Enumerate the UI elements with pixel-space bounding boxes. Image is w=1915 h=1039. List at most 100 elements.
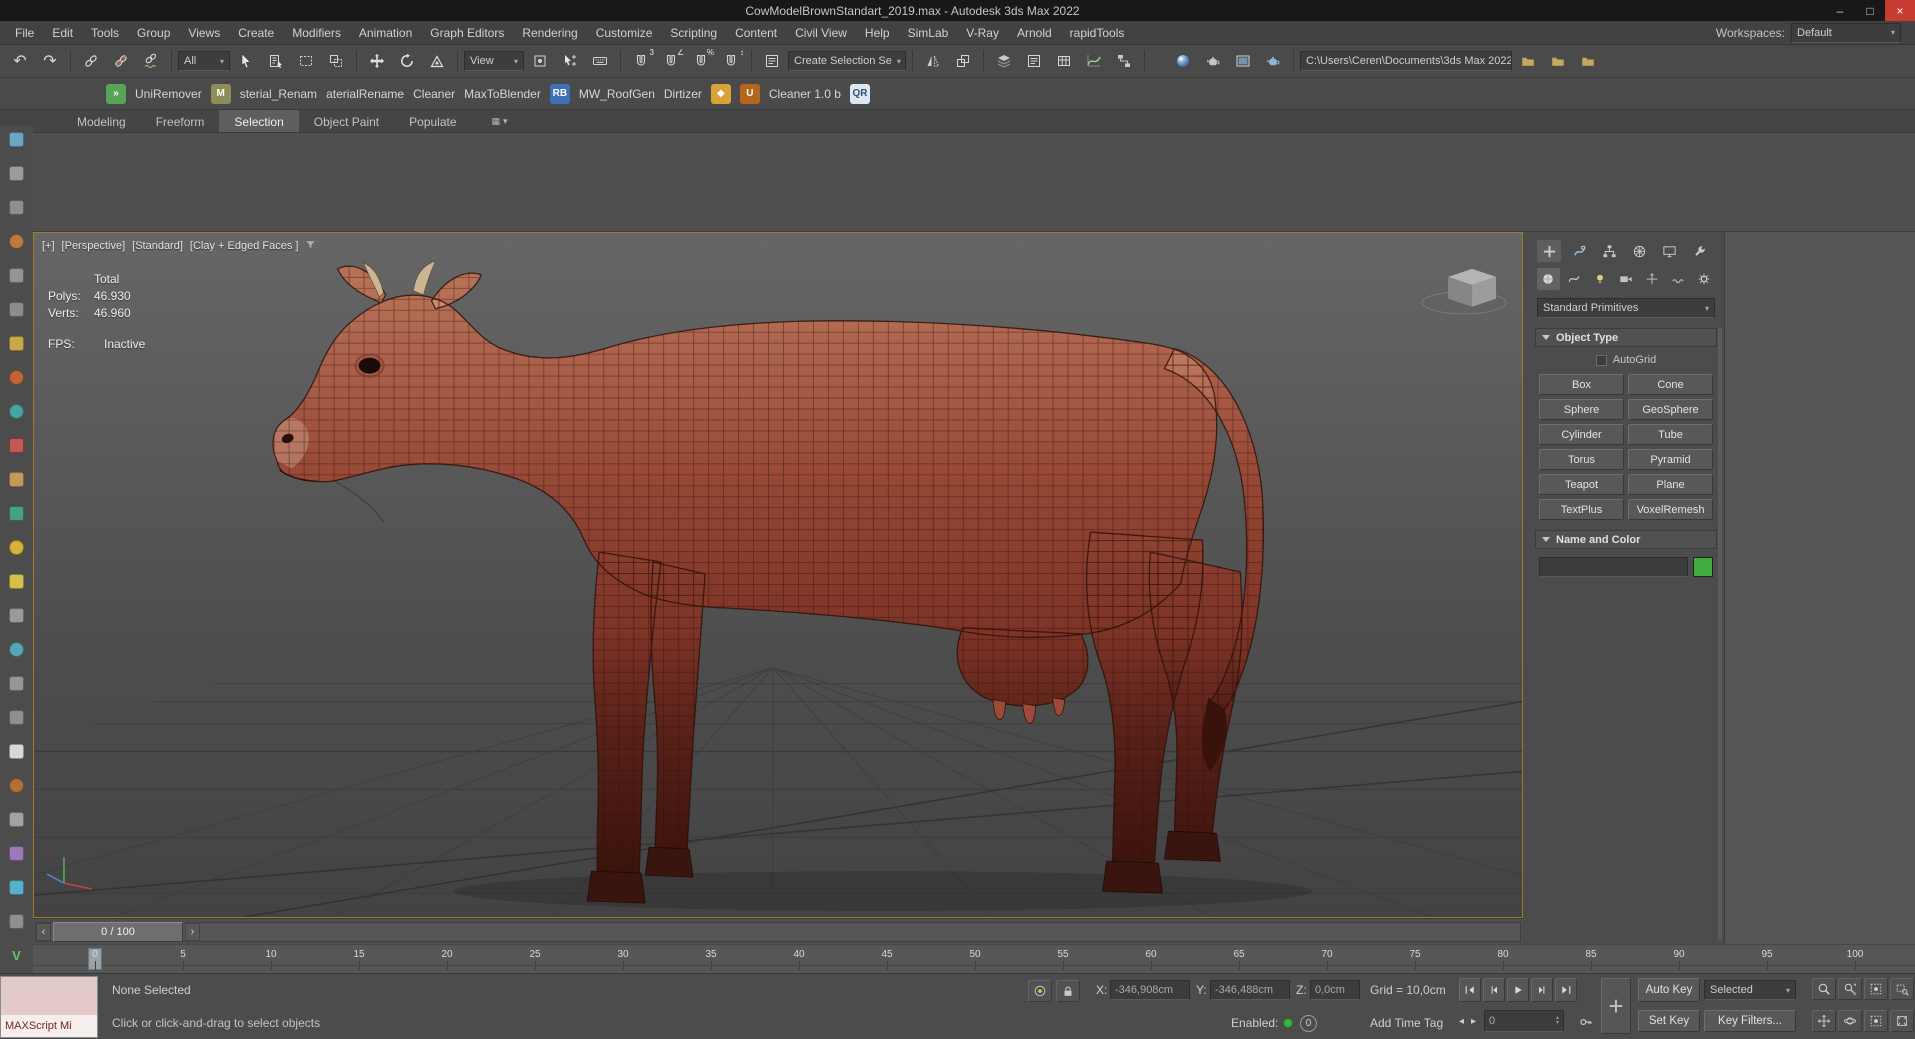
ribbon-tab-selection[interactable]: Selection <box>219 110 299 132</box>
menu-tools[interactable]: Tools <box>82 21 128 44</box>
maximize-viewport-icon[interactable] <box>1890 1010 1914 1032</box>
left-toolbar-icon-21[interactable] <box>9 812 24 827</box>
yellow-tool-icon[interactable]: ◆ <box>710 83 731 104</box>
toggle-scene-explorer-icon[interactable] <box>990 48 1018 74</box>
unlink-selection-icon[interactable] <box>107 48 135 74</box>
mirror-icon[interactable] <box>919 48 947 74</box>
object-type-rollout[interactable]: Object Type <box>1535 328 1717 347</box>
save-to-folder-icon[interactable] <box>1574 48 1602 74</box>
spinner-down-icon[interactable]: ▾ <box>1556 1020 1559 1026</box>
toggle-layer-explorer-icon[interactable] <box>1020 48 1048 74</box>
primitive-box-button[interactable]: Box <box>1539 374 1624 395</box>
minimize-button[interactable]: – <box>1825 0 1855 21</box>
select-object-icon[interactable] <box>232 48 260 74</box>
render-setup-icon[interactable] <box>1199 48 1227 74</box>
key-mode-toggle-icon[interactable] <box>1574 1011 1598 1033</box>
select-by-name-icon[interactable] <box>262 48 290 74</box>
select-and-rotate-icon[interactable] <box>393 48 421 74</box>
qr-tool-icon[interactable]: QR <box>849 83 870 104</box>
edit-named-selection-sets-icon[interactable] <box>758 48 786 74</box>
primitive-textplus-button[interactable]: TextPlus <box>1539 499 1624 520</box>
material-renamer-icon[interactable]: M <box>210 83 231 104</box>
left-toolbar-icon-5[interactable] <box>9 268 24 283</box>
object-name-field[interactable] <box>1539 557 1688 577</box>
category-systems-icon[interactable] <box>1692 268 1715 290</box>
cow-model[interactable] <box>272 260 1265 904</box>
add-time-tag[interactable]: Add Time Tag <box>1370 1016 1443 1030</box>
degradation-badge[interactable]: 0 <box>1300 1015 1317 1032</box>
menu-civil-view[interactable]: Civil View <box>786 21 856 44</box>
zoom-all-icon[interactable] <box>1838 978 1862 1000</box>
view-cube[interactable] <box>1421 268 1507 315</box>
left-toolbar-icon-10[interactable] <box>9 438 24 453</box>
field-of-view-icon[interactable] <box>1864 1010 1888 1032</box>
set-keys-big-button[interactable]: + <box>1601 978 1631 1034</box>
orbit-view-icon[interactable] <box>1838 1010 1862 1032</box>
project-path-combo[interactable]: C:\Users\Ceren\Documents\3ds Max 2022▾ <box>1300 51 1512 71</box>
left-toolbar-icon-2[interactable] <box>9 166 24 181</box>
time-slider-track[interactable] <box>35 922 1521 942</box>
time-slider-handle[interactable]: 0 / 100 <box>53 922 183 942</box>
plugin-maxtoblender-button[interactable]: MaxToBlender <box>464 87 541 101</box>
panel-tab-display[interactable] <box>1657 240 1681 262</box>
plugin-mw-roofgen-button[interactable]: MW_RoofGen <box>579 87 655 101</box>
primitive-sphere-button[interactable]: Sphere <box>1539 399 1624 420</box>
left-toolbar-icon-22[interactable] <box>9 846 24 861</box>
left-toolbar-icon-19[interactable] <box>9 744 24 759</box>
left-toolbar-icon-20[interactable] <box>9 778 24 793</box>
set-key-button[interactable]: Set Key <box>1638 1010 1700 1032</box>
object-color-swatch[interactable] <box>1693 557 1713 577</box>
left-toolbar-icon-6[interactable] <box>9 302 24 317</box>
primitive-torus-button[interactable]: Torus <box>1539 449 1624 470</box>
isolate-selection-button[interactable] <box>1028 980 1052 1002</box>
ribbon-tab-freeform[interactable]: Freeform <box>141 110 220 132</box>
enabled-status-dot[interactable] <box>1283 1018 1293 1028</box>
zoom-icon[interactable] <box>1812 978 1836 1000</box>
menu-file[interactable]: File <box>6 21 43 44</box>
menu-group[interactable]: Group <box>128 21 179 44</box>
ribbon-tab-modeling[interactable]: Modeling <box>62 110 141 132</box>
left-toolbar-icon-23[interactable] <box>9 880 24 895</box>
viewport-pov-menu[interactable]: [Perspective] <box>62 240 126 252</box>
vray-toolbar-icon[interactable]: V <box>12 948 21 963</box>
left-toolbar-icon-15[interactable] <box>9 608 24 623</box>
menu-modifiers[interactable]: Modifiers <box>283 21 350 44</box>
go-to-start-button[interactable] <box>1459 978 1481 1002</box>
panel-tab-hierarchy[interactable] <box>1597 240 1621 262</box>
panel-tab-utilities[interactable] <box>1687 240 1711 262</box>
perspective-viewport[interactable]: [+] [Perspective] [Standard] [Clay + Edged … <box>33 232 1523 918</box>
ribbon-overflow-button[interactable]: ▦ ▾ <box>484 110 516 132</box>
zoom-region-icon[interactable] <box>1890 978 1914 1000</box>
bind-to-space-warp-icon[interactable] <box>137 48 165 74</box>
menu-content[interactable]: Content <box>726 21 786 44</box>
previous-key-icon[interactable]: ◂ <box>1459 1016 1464 1027</box>
left-toolbar-icon-1[interactable] <box>9 132 24 147</box>
command-panel-scrollbar[interactable] <box>1718 328 1722 940</box>
ribbon-tab-populate[interactable]: Populate <box>394 110 471 132</box>
left-toolbar-icon-7[interactable] <box>9 336 24 351</box>
select-and-scale-icon[interactable] <box>423 48 451 74</box>
viewport-shading-menu[interactable]: [Clay + Edged Faces ] <box>190 240 299 252</box>
selection-region-icon[interactable] <box>292 48 320 74</box>
menu-rapidtools[interactable]: rapidTools <box>1061 21 1134 44</box>
previous-frame-button[interactable] <box>1483 978 1505 1002</box>
plugin-sterial-renam-button[interactable]: sterial_Renam <box>240 87 317 101</box>
go-to-end-button[interactable] <box>1555 978 1577 1002</box>
track-bar[interactable]: 0 5 10 15 20 25 30 35 40 45 50 55 60 65 70 75 80 85 90 95 10… <box>33 944 1915 973</box>
angle-snap-icon[interactable]: ∠ <box>657 48 685 74</box>
viewport-filter-icon[interactable] <box>305 239 316 253</box>
menu-rendering[interactable]: Rendering <box>513 21 586 44</box>
menu-graph-editors[interactable]: Graph Editors <box>421 21 513 44</box>
rb-roofgen-icon[interactable]: RB <box>549 83 570 104</box>
material-editor-icon[interactable] <box>1169 48 1197 74</box>
rendered-frame-window-icon[interactable] <box>1229 48 1257 74</box>
primitive-teapot-button[interactable]: Teapot <box>1539 474 1624 495</box>
next-frame-arrow[interactable]: › <box>185 923 200 941</box>
left-toolbar-icon-16[interactable] <box>9 642 24 657</box>
reference-coordinate-combo[interactable]: View ▾ <box>464 51 524 71</box>
previous-frame-arrow[interactable]: ‹ <box>36 923 51 941</box>
x-coordinate-field[interactable]: -346,908cm <box>1110 980 1190 1000</box>
select-and-move-icon[interactable] <box>363 48 391 74</box>
auto-key-button[interactable]: Auto Key <box>1638 978 1700 1002</box>
menu-v-ray[interactable]: V-Ray <box>957 21 1008 44</box>
